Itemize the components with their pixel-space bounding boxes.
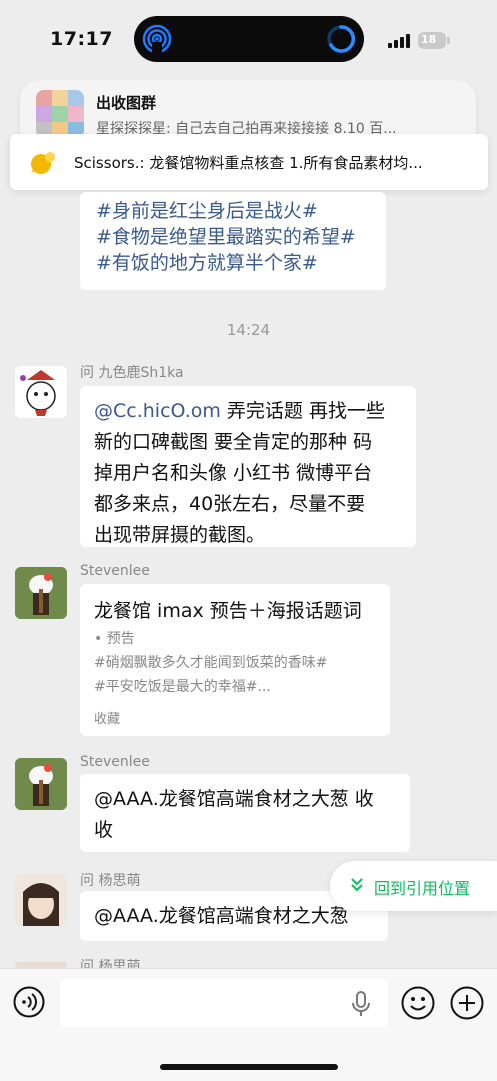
sender-name: Stevenlee — [80, 754, 150, 770]
message-line: 都多来点，40张左右，尽量不要 — [94, 493, 366, 515]
sender-name: 问 杨思萌 — [80, 959, 141, 968]
message-line: 新的口碑截图 要全肯定的那种 码 — [94, 431, 373, 453]
cellular-signal-icon — [388, 34, 410, 48]
group-avatar-icon — [36, 90, 84, 138]
message-line: @AAA.龙餐馆高端食材之大葱 — [94, 905, 349, 927]
announcement-icon — [31, 152, 55, 174]
favorite-line: #平安吃饭是最大的幸福#... — [94, 679, 271, 695]
favorite-source: 收藏 — [94, 712, 121, 727]
message-input[interactable] — [60, 979, 388, 1027]
pinned-message-text: Scissors.: 龙餐馆物料重点核查 1.所有食品素材均... — [74, 154, 423, 172]
message-line: 出现带屏摄的截图。 — [94, 524, 266, 546]
home-indicator[interactable] — [160, 1064, 338, 1070]
favorite-card[interactable]: 龙餐馆 imax 预告＋海报话题词 • 预告 #硝烟飘散多久才能闻到饭菜的香味#… — [80, 584, 390, 736]
avatar-hellokitty-icon — [15, 758, 67, 810]
status-bar: 17:17 18 — [0, 0, 497, 80]
battery-level: 18 — [421, 33, 437, 46]
sender-name: 问 杨思萌 — [80, 873, 141, 889]
battery-indicator: 18 — [418, 32, 450, 49]
plus-icon[interactable] — [450, 986, 484, 1020]
sender-name: Stevenlee — [80, 563, 150, 579]
message-bubble[interactable]: @AAA.龙餐馆高端食材之大葱 收 收 — [80, 774, 410, 852]
status-time: 17:17 — [50, 28, 113, 50]
avatar-hellokitty-icon — [15, 567, 67, 619]
message-line: 收 — [94, 819, 114, 841]
favorite-line: #硝烟飘散多久才能闻到饭菜的香味# — [94, 655, 328, 671]
hashtag-line[interactable]: #有饭的地方就算半个家# — [96, 250, 356, 276]
avatar-person-icon — [15, 874, 67, 926]
dynamic-island[interactable] — [134, 16, 364, 62]
time-separator: 14:24 — [226, 321, 271, 339]
mention-link[interactable]: @Cc.hicO.om — [94, 400, 221, 422]
airdrop-icon — [142, 24, 172, 54]
jump-to-quote-label: 回到引用位置 — [374, 879, 471, 898]
avatar[interactable] — [15, 567, 67, 619]
favorite-title: 龙餐馆 imax 预告＋海报话题词 — [94, 600, 362, 622]
avatar[interactable] — [15, 874, 67, 926]
notification-title: 出收图群 — [96, 94, 157, 112]
double-chevron-down-icon — [351, 878, 363, 892]
favorite-line: • 预告 — [94, 631, 135, 647]
message-line: 掉用户名和头像 小红书 微博平台 — [94, 462, 373, 484]
avatar[interactable] — [15, 758, 67, 810]
hashtag-line[interactable]: #身前是红尘身后是战火# — [96, 198, 356, 224]
jump-to-quote-button[interactable]: 回到引用位置 — [330, 861, 497, 911]
microphone-icon[interactable] — [350, 991, 372, 1017]
avatar[interactable] — [15, 366, 67, 418]
voice-mode-icon[interactable] — [13, 986, 45, 1018]
hashtag-line[interactable]: #食物是绝望里最踏实的希望# — [96, 224, 356, 250]
avatar-cat-icon — [15, 366, 67, 418]
sender-name: 问 九色鹿Sh1ka — [80, 365, 184, 381]
message-line: @Cc.hicO.om 弄完话题 再找一些 — [94, 400, 385, 422]
emoji-icon[interactable] — [401, 986, 435, 1020]
pinned-message-banner[interactable]: Scissors.: 龙餐馆物料重点核查 1.所有食品素材均... — [10, 134, 488, 190]
message-bubble[interactable]: @Cc.hicO.om 弄完话题 再找一些 新的口碑截图 要全肯定的那种 码 掉… — [80, 386, 416, 547]
message-bubble[interactable]: #身前是红尘身后是战火# #食物是绝望里最踏实的希望# #有饭的地方就算半个家# — [80, 192, 386, 290]
message-line: @AAA.龙餐馆高端食材之大葱 收 — [94, 788, 374, 810]
progress-ring-icon — [327, 25, 356, 53]
